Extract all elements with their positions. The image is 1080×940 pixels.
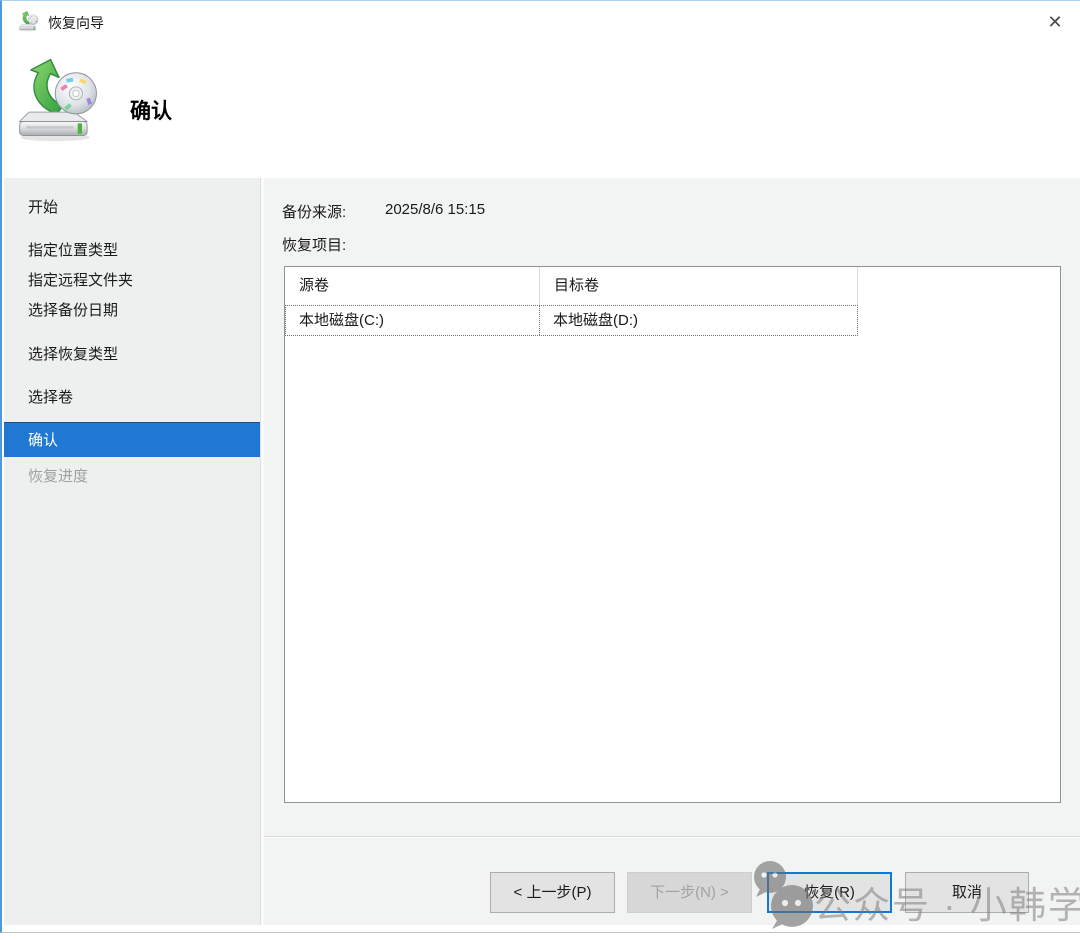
recovery-items-label: 恢复项目: xyxy=(282,234,346,255)
backup-source-value: 2025/8/6 15:15 xyxy=(385,201,485,218)
backup-source-label: 备份来源: xyxy=(282,201,346,222)
sidebar-item-recovery-type[interactable]: 选择恢复类型 xyxy=(4,340,260,370)
source-volume-cell: 本地磁盘(C:) xyxy=(286,306,540,335)
sidebar-item-recovery-progress[interactable]: 恢复进度 xyxy=(4,462,260,492)
column-header-source-volume[interactable]: 源卷 xyxy=(285,267,540,305)
sidebar-item-location-type[interactable]: 指定位置类型 xyxy=(4,236,260,266)
content-pane: 备份来源: 2025/8/6 15:15 恢复项目: 源卷 目标卷 本地磁盘(C… xyxy=(264,178,1080,925)
wizard-steps-nav: 开始 指定位置类型 指定远程文件夹 选择备份日期 选择恢复类型 选择卷 确认 恢… xyxy=(4,178,260,925)
sidebar-item-start[interactable]: 开始 xyxy=(4,193,260,223)
table-header: 源卷 目标卷 xyxy=(285,267,1060,305)
wizard-header: 确认 xyxy=(2,43,1080,178)
table-row[interactable]: 本地磁盘(C:) 本地磁盘(D:) xyxy=(285,305,858,336)
sidebar-item-confirmation[interactable]: 确认 xyxy=(4,422,260,457)
next-button[interactable]: 下一步(N) > xyxy=(627,872,752,913)
sidebar-item-remote-folder[interactable]: 指定远程文件夹 xyxy=(4,266,260,296)
footer-separator xyxy=(264,836,1080,838)
destination-volume-cell: 本地磁盘(D:) xyxy=(540,306,857,335)
cancel-button[interactable]: 取消 xyxy=(905,872,1029,913)
page-title: 确认 xyxy=(130,95,172,125)
recovery-wizard-window: 恢复向导 ✕ 确认 开始 指定位置类型 指定远程文件夹 选择备份日期 选择恢复类… xyxy=(0,0,1080,933)
recover-button[interactable]: 恢复(R) xyxy=(767,872,892,913)
recovery-wizard-icon xyxy=(18,10,40,32)
titlebar: 恢复向导 ✕ xyxy=(2,1,1080,43)
column-header-destination-volume[interactable]: 目标卷 xyxy=(540,267,858,305)
recovery-disk-icon xyxy=(14,53,104,145)
close-icon[interactable]: ✕ xyxy=(1040,7,1070,37)
sidebar-item-backup-date[interactable]: 选择备份日期 xyxy=(4,296,260,326)
window-title: 恢复向导 xyxy=(48,13,104,33)
sidebar-item-select-volumes[interactable]: 选择卷 xyxy=(4,383,260,413)
back-button[interactable]: < 上一步(P) xyxy=(490,872,615,913)
recovery-items-table: 源卷 目标卷 本地磁盘(C:) 本地磁盘(D:) xyxy=(284,266,1061,803)
footer-button-bar: < 上一步(P) 下一步(N) > 恢复(R) 取消 xyxy=(2,872,1080,913)
